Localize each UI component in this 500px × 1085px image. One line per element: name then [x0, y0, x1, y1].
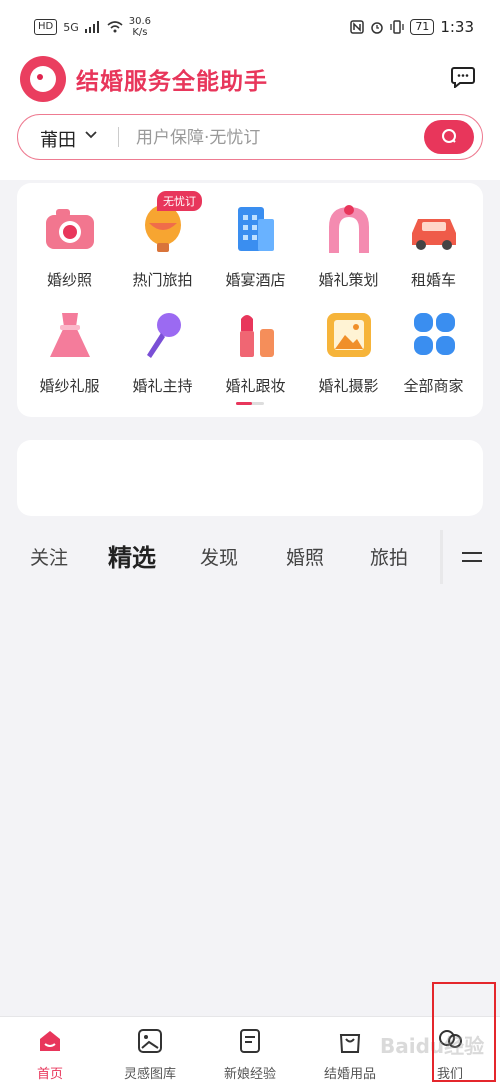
- photo-icon: [326, 313, 371, 357]
- lipstick-icon: [239, 315, 274, 357]
- status-right: 71 1:33: [350, 18, 474, 36]
- status-left: HD 5G 30.6 K/s: [34, 16, 151, 38]
- nav-label: 新娘经验: [223, 1067, 276, 1082]
- nfc-icon: [350, 20, 365, 34]
- nav-inspiration-gallery[interactable]: 灵感图库: [100, 1017, 200, 1082]
- category-label: 婚礼策划: [318, 271, 379, 289]
- notes-icon: [240, 1029, 260, 1053]
- page-indicator: [236, 402, 264, 405]
- tab-featured[interactable]: 精选: [108, 538, 156, 573]
- signal-bars-icon: [84, 21, 99, 33]
- status-bar: HD 5G 30.6 K/s 71 1:33: [0, 0, 500, 56]
- net-speed: 30.6 K/s: [129, 16, 151, 38]
- category-bridal-gown[interactable]: 婚纱礼服: [23, 309, 116, 396]
- category-wedding-planning[interactable]: 婚礼策划: [302, 203, 395, 290]
- hd-indicator: HD: [34, 19, 58, 35]
- net-speed-value: 30.6: [128, 16, 152, 27]
- promo-badge: 无忧订: [157, 191, 202, 211]
- grid-icon: [413, 313, 455, 355]
- alarm-icon: [371, 22, 384, 34]
- home-icon: [40, 1031, 60, 1051]
- search-bar[interactable]: 莆田: [17, 114, 483, 160]
- category-wedding-car[interactable]: 租婚车: [387, 203, 480, 290]
- tab-divider: [440, 530, 443, 584]
- category-label: 婚宴酒店: [225, 271, 286, 289]
- highlight-box: [432, 982, 496, 1082]
- category-banquet-hotel[interactable]: 婚宴酒店: [209, 203, 302, 290]
- nav-label: 结婚用品: [323, 1067, 376, 1082]
- bag-icon: [339, 1034, 361, 1053]
- microphone-icon: [146, 313, 181, 358]
- arch-icon: [328, 205, 369, 253]
- search-button[interactable]: [424, 120, 474, 154]
- category-label: 婚礼跟妆: [225, 377, 286, 395]
- wifi-icon: [107, 21, 123, 33]
- category-photography[interactable]: 婚礼摄影: [302, 309, 395, 396]
- banner-placeholder: [17, 440, 483, 516]
- nav-bride-tips[interactable]: 新娘经验: [200, 1017, 300, 1082]
- category-label: 婚礼主持: [132, 377, 193, 395]
- car-icon: [411, 219, 456, 250]
- gallery-icon: [138, 1029, 162, 1053]
- tab-follow[interactable]: 关注: [30, 543, 68, 570]
- tab-wedding-photo[interactable]: 婚照: [286, 543, 324, 570]
- chevron-down-icon[interactable]: [84, 128, 98, 142]
- nav-label: 首页: [36, 1067, 63, 1082]
- city-selector[interactable]: 莆田: [40, 126, 76, 152]
- net-speed-unit: K/s: [132, 27, 148, 38]
- category-label: 租婚车: [410, 271, 456, 289]
- divider: [118, 127, 119, 147]
- dress-icon: [49, 313, 90, 357]
- category-label: 婚纱照: [46, 271, 92, 289]
- nav-home[interactable]: 首页: [0, 1017, 100, 1082]
- clock: 1:33: [440, 18, 474, 36]
- battery-level: 71: [410, 19, 435, 35]
- nav-label: 灵感图库: [123, 1067, 176, 1082]
- app-title: 结婚服务全能助手: [76, 69, 268, 95]
- category-label: 婚礼摄影: [318, 377, 379, 395]
- menu-icon[interactable]: [462, 550, 482, 564]
- category-grid: 婚纱照 热门旅拍 婚宴酒店 婚礼策划 租婚车 无忧订 婚纱礼服 婚礼主持 婚礼跟…: [17, 183, 483, 417]
- signal-indicator: 5G: [63, 20, 79, 34]
- category-wedding-photo[interactable]: 婚纱照: [23, 203, 116, 290]
- category-label: 热门旅拍: [132, 271, 193, 289]
- category-wedding-host[interactable]: 婚礼主持: [116, 309, 209, 396]
- category-label: 婚纱礼服: [39, 377, 100, 395]
- category-makeup[interactable]: 婚礼跟妆: [209, 309, 302, 396]
- tab-travel-photo[interactable]: 旅拍: [370, 543, 408, 570]
- search-input[interactable]: [134, 123, 418, 153]
- search-icon: [442, 129, 456, 143]
- header: 结婚服务全能助手 莆田: [0, 56, 500, 180]
- vibrate-icon: [390, 20, 404, 34]
- tab-discover[interactable]: 发现: [200, 543, 238, 570]
- category-label: 全部商家: [403, 377, 464, 395]
- hotel-icon: [237, 207, 274, 251]
- camera-icon: [45, 209, 94, 249]
- category-travel-photo[interactable]: 热门旅拍: [116, 203, 209, 290]
- app-logo: [20, 56, 66, 102]
- category-all-merchants[interactable]: 全部商家: [387, 309, 480, 396]
- message-icon[interactable]: [451, 66, 475, 88]
